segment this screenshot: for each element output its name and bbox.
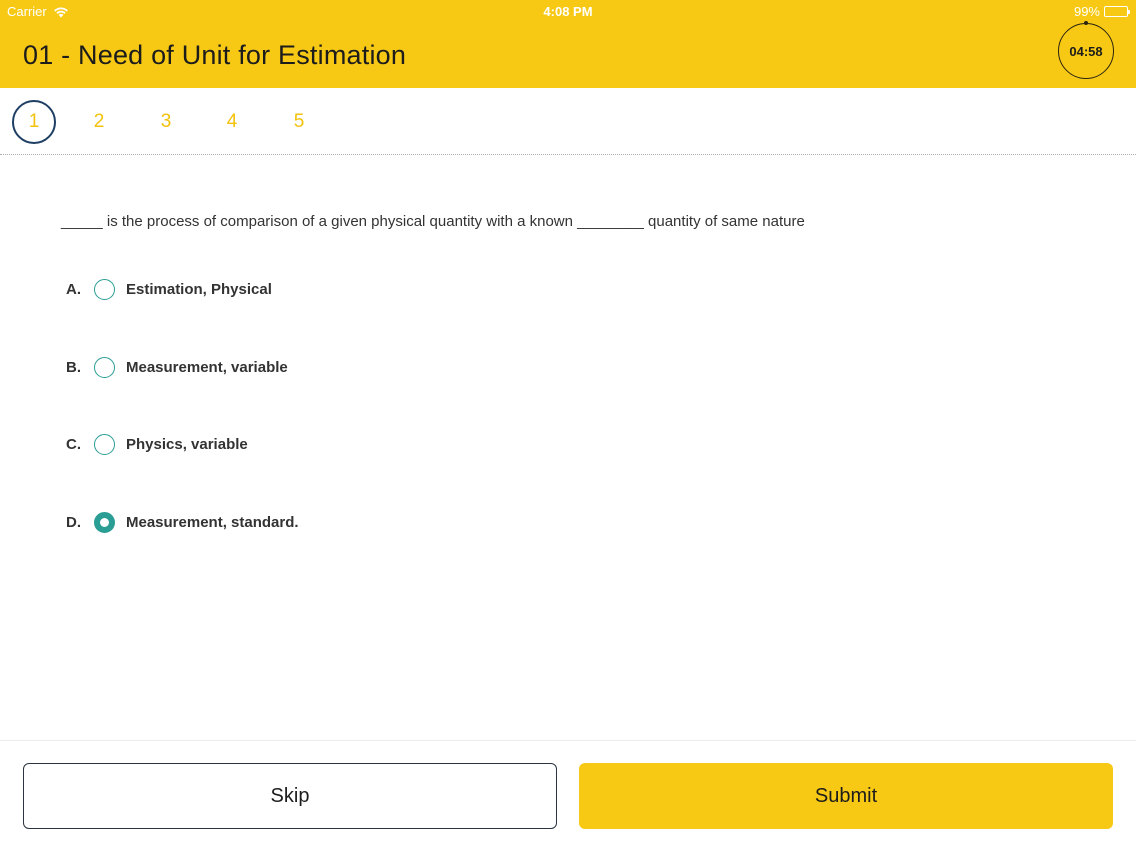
question-text: _____ is the process of comparison of a … xyxy=(61,213,805,230)
question-tab-3[interactable]: 3 xyxy=(144,100,188,144)
skip-button[interactable]: Skip xyxy=(23,763,557,829)
radio-unchecked-icon[interactable] xyxy=(94,433,115,455)
option-b[interactable]: B. Measurement, variable xyxy=(66,354,288,380)
option-letter: A. xyxy=(66,280,81,298)
countdown-timer: 04:58 xyxy=(1058,21,1114,79)
option-label: Measurement, variable xyxy=(126,358,288,376)
status-time: 4:08 PM xyxy=(543,4,593,19)
battery-percent: 99% xyxy=(1073,4,1100,19)
radio-unchecked-icon[interactable] xyxy=(94,356,115,378)
app-header: Carrier 4:08 PM 99% 01 - Need of Unit fo… xyxy=(0,0,1136,88)
battery-icon xyxy=(1104,6,1130,17)
option-a[interactable]: A. Estimation, Physical xyxy=(66,276,272,302)
footer-divider xyxy=(0,740,1136,741)
option-letter: C. xyxy=(66,435,81,453)
option-d[interactable]: D. Measurement, standard. xyxy=(66,509,299,535)
option-label: Measurement, standard. xyxy=(126,513,299,531)
question-tab-5[interactable]: 5 xyxy=(277,100,321,144)
page-title: 01 - Need of Unit for Estimation xyxy=(23,40,407,70)
option-label: Estimation, Physical xyxy=(126,280,272,298)
question-tab-2[interactable]: 2 xyxy=(77,100,121,144)
radio-unchecked-icon[interactable] xyxy=(94,278,115,300)
option-c[interactable]: C. Physics, variable xyxy=(66,431,248,457)
option-letter: D. xyxy=(66,513,81,531)
option-letter: B. xyxy=(66,358,81,376)
status-bar: Carrier 4:08 PM 99% xyxy=(0,0,1136,22)
option-label: Physics, variable xyxy=(126,435,248,453)
question-nav: 1 2 3 4 5 xyxy=(0,88,1136,155)
radio-checked-icon[interactable] xyxy=(94,511,115,533)
timer-value: 04:58 xyxy=(1069,43,1103,59)
question-tab-1[interactable]: 1 xyxy=(12,100,56,144)
status-battery: 99% xyxy=(1073,4,1130,19)
question-tab-4[interactable]: 4 xyxy=(210,100,254,144)
submit-button[interactable]: Submit xyxy=(579,763,1113,829)
timer-progress-dot xyxy=(1084,21,1088,25)
